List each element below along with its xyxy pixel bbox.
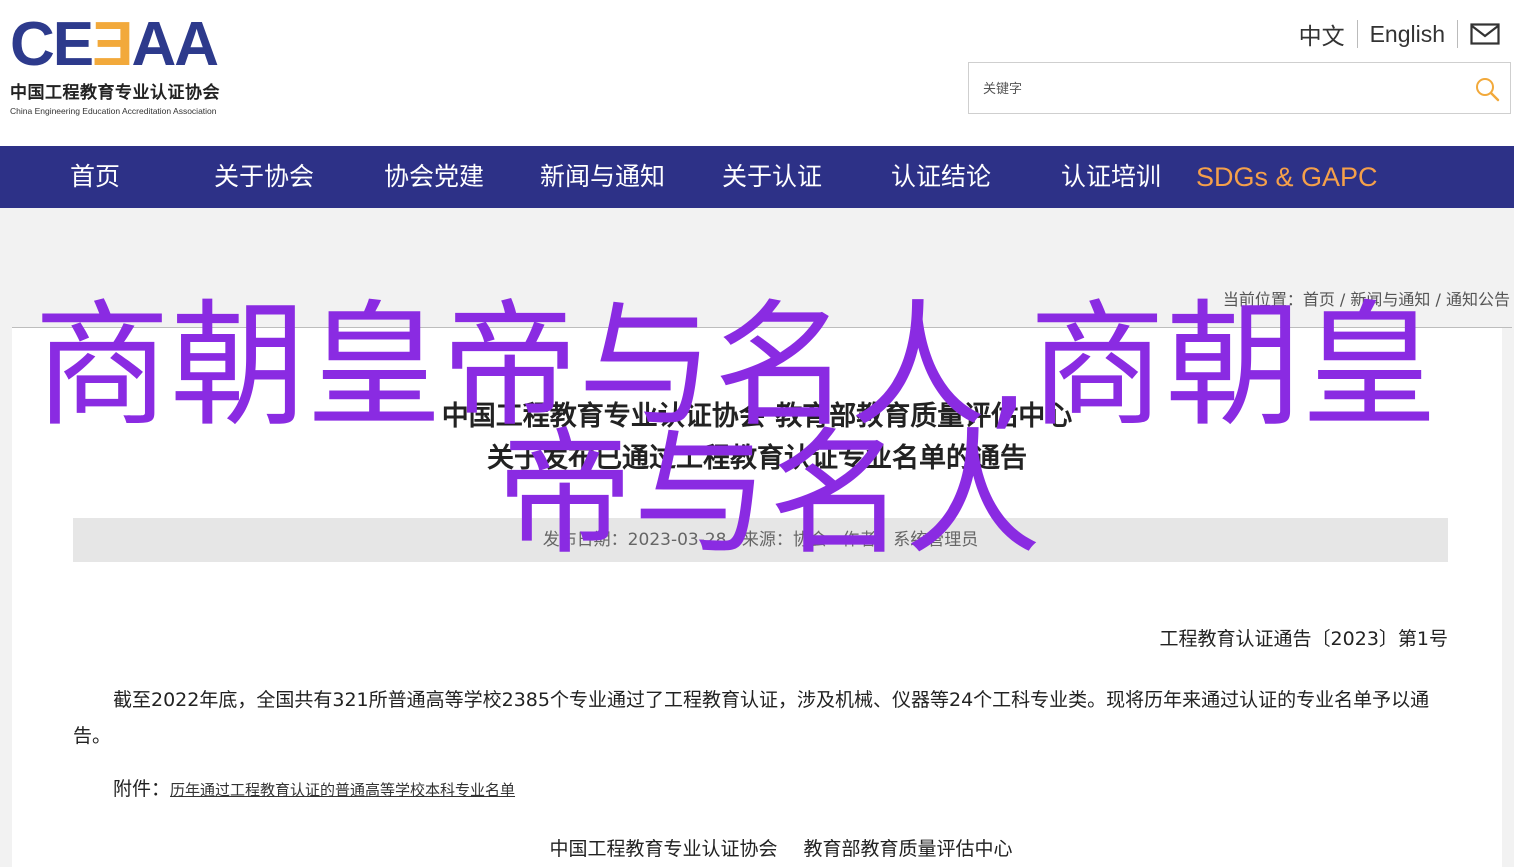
breadcrumb-divider (12, 327, 1512, 328)
article-title-line2: 关于发布已通过工程教育认证专业名单的通告 (487, 443, 1027, 474)
breadcrumb-item-notices[interactable]: 通知公告 (1446, 290, 1510, 309)
nav-item-about[interactable]: 关于协会 (214, 146, 314, 208)
article-meta-bar: 发布日期：2023-03-28 来源：协会 作者：系统管理员 (73, 518, 1448, 562)
attachment-line: 附件：历年通过工程教育认证的普通高等学校本科专业名单 (113, 774, 515, 801)
logo-english-name: China Engineering Education Accreditatio… (10, 106, 217, 116)
lang-chinese-link[interactable]: 中文 (1287, 17, 1357, 51)
breadcrumb: 当前位置：首页 / 新闻与通知 / 通知公告 (1223, 286, 1510, 310)
article-signature: 中国工程教育专业认证协会 教育部教育质量评估中心 (0, 834, 1514, 861)
nav-item-party[interactable]: 协会党建 (384, 146, 484, 208)
attachment-label: 附件： (113, 778, 171, 800)
publish-date: 发布日期：2023-03-28 (542, 530, 727, 550)
site-header: CEƎAA 中国工程教育专业认证协会 China Engineering Edu… (0, 0, 1514, 146)
signature-org-2: 教育部教育质量评估中心 (803, 838, 1013, 860)
search-input[interactable] (981, 75, 1451, 103)
nav-item-sdgs[interactable]: SDGs & GAPC (1196, 146, 1378, 208)
breadcrumb-item-home[interactable]: 首页 (1303, 290, 1335, 309)
main-nav: 首页 关于协会 协会党建 新闻与通知 关于认证 认证结论 认证培训 SDGs &… (0, 146, 1514, 208)
breadcrumb-separator: / (1334, 290, 1351, 309)
breadcrumb-separator: / (1430, 290, 1446, 309)
logo-chinese-name: 中国工程教育专业认证协会 (10, 83, 220, 103)
attachment-link[interactable]: 历年通过工程教育认证的普通高等学校本科专业名单 (170, 781, 515, 799)
article-title-line1: 中国工程教育专业认证协会 教育部教育质量评估中心 (441, 401, 1073, 432)
nav-item-news[interactable]: 新闻与通知 (540, 146, 665, 208)
document-number: 工程教育认证通告〔2023〕第1号 (1159, 628, 1448, 650)
nav-item-home[interactable]: 首页 (70, 146, 120, 208)
nav-item-results[interactable]: 认证结论 (891, 146, 991, 208)
lang-english-link[interactable]: English (1358, 21, 1457, 48)
article-body-paragraph: 截至2022年底，全国共有321所普通高等学校2385个专业通过了工程教育认证，… (73, 689, 1430, 747)
article-source: 来源：协会 (741, 530, 827, 550)
logo-mark: CEƎAA (10, 10, 219, 79)
signature-org-1: 中国工程教育专业认证协会 (549, 838, 778, 860)
banner-band (0, 208, 1514, 328)
search-box (968, 62, 1511, 114)
language-bar: 中文 English (1287, 18, 1500, 50)
breadcrumb-item-news[interactable]: 新闻与通知 (1350, 290, 1430, 309)
magnifier-icon[interactable] (1474, 76, 1500, 102)
nav-item-accreditation[interactable]: 关于认证 (722, 146, 822, 208)
nav-item-training[interactable]: 认证培训 (1061, 146, 1161, 208)
envelope-icon[interactable] (1458, 23, 1500, 45)
site-logo[interactable]: CEƎAA 中国工程教育专业认证协会 China Engineering Edu… (10, 10, 272, 117)
breadcrumb-prefix: 当前位置： (1222, 290, 1303, 309)
article-author: 作者：系统管理员 (842, 530, 979, 550)
